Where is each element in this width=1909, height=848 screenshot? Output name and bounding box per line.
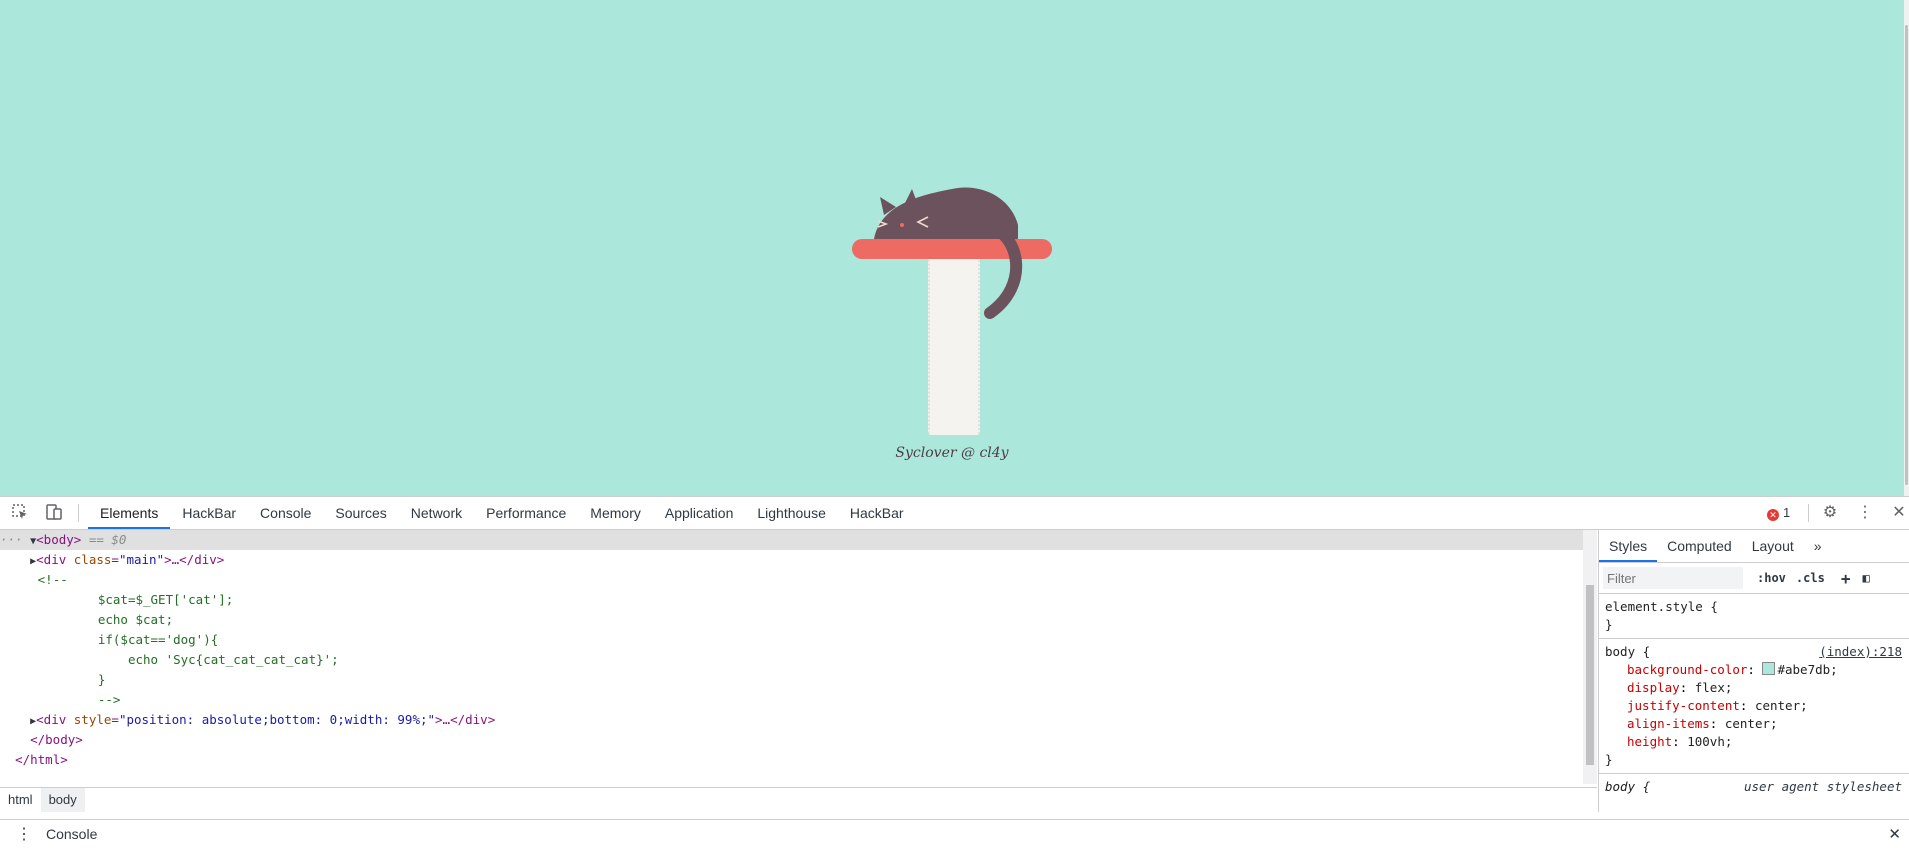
rule-source-link[interactable]: (index):218	[1819, 643, 1902, 661]
dom-node-style-div[interactable]: ▶<div style="position: absolute;bottom: …	[0, 710, 1583, 730]
elements-tree: ··· ▼<body> == $0 ▶<div class="main">…</…	[0, 530, 1583, 784]
tab-styles[interactable]: Styles	[1599, 530, 1658, 562]
console-drawer: ⋮ Console ✕	[0, 819, 1909, 848]
ua-style-rule[interactable]: user agent stylesheet body {	[1599, 774, 1909, 800]
drawer-menu-icon[interactable]: ⋮	[16, 824, 32, 844]
dom-comment-line[interactable]: }	[0, 670, 1583, 690]
page-viewport: Syclover @ cl4y	[0, 0, 1904, 496]
cls-button[interactable]: .cls	[1796, 571, 1825, 585]
close-icon[interactable]: ✕	[1890, 503, 1908, 523]
breadcrumb-html[interactable]: html	[0, 788, 41, 812]
styles-filter-input[interactable]	[1603, 567, 1743, 589]
dom-close-body[interactable]: </body>	[0, 730, 1583, 750]
dom-comment-line[interactable]: echo 'Syc{cat_cat_cat_cat}';	[0, 650, 1583, 670]
tab-memory[interactable]: Memory	[578, 497, 653, 529]
dom-comment-line[interactable]: <!--	[0, 570, 1583, 590]
breadcrumb-body[interactable]: body	[40, 788, 85, 812]
toggle-sidebar-icon[interactable]: ◧	[1862, 571, 1869, 585]
tab-layout[interactable]: Layout	[1742, 530, 1804, 562]
styles-filter-row: :hov .cls + ◧	[1599, 563, 1909, 594]
color-swatch[interactable]	[1762, 662, 1776, 675]
drawer-close-icon[interactable]: ✕	[1888, 825, 1901, 843]
dom-comment-line[interactable]: -->	[0, 690, 1583, 710]
css-declaration[interactable]: display: flex;	[1605, 679, 1904, 697]
tab-computed[interactable]: Computed	[1657, 530, 1742, 562]
elements-scrollbar[interactable]	[1583, 530, 1597, 784]
css-declaration[interactable]: height: 100vh;	[1605, 733, 1904, 751]
hov-button[interactable]: :hov	[1757, 571, 1786, 585]
tab-performance[interactable]: Performance	[474, 497, 578, 529]
styles-tabs: Styles Computed Layout »	[1599, 530, 1909, 563]
tab-elements[interactable]: Elements	[88, 497, 171, 529]
dom-node-main-div[interactable]: ▶<div class="main">…</div>	[0, 550, 1583, 570]
cat-icon	[874, 187, 1022, 319]
devtools-toolbar: Elements HackBar Console Sources Network…	[0, 497, 1909, 530]
devtools-panel: Elements HackBar Console Sources Network…	[0, 496, 1909, 848]
error-count-badge[interactable]: ✕ 1	[1767, 505, 1790, 521]
error-count: 1	[1783, 505, 1791, 520]
device-toolbar-icon[interactable]	[44, 503, 64, 523]
tab-lighthouse[interactable]: Lighthouse	[745, 497, 838, 529]
css-declaration[interactable]: align-items: center;	[1605, 715, 1904, 733]
add-rule-icon[interactable]: +	[1841, 569, 1851, 588]
css-declaration[interactable]: background-color: #abe7db;	[1605, 661, 1904, 679]
tab-console[interactable]: Console	[248, 497, 323, 529]
devtools-tabs: Elements HackBar Console Sources Network…	[88, 497, 916, 529]
dom-comment-line[interactable]: if($cat=='dog'){	[0, 630, 1583, 650]
credit-text: Syclover @ cl4y	[895, 445, 1009, 461]
page-scrollbar[interactable]	[1904, 0, 1909, 496]
tab-network[interactable]: Network	[399, 497, 474, 529]
tab-sources[interactable]: Sources	[323, 497, 398, 529]
drawer-tab-console[interactable]: Console	[46, 826, 97, 842]
breadcrumb: html body	[0, 787, 1597, 812]
more-tabs-icon[interactable]: »	[1804, 530, 1832, 562]
gear-icon[interactable]: ⚙	[1820, 503, 1840, 523]
element-style-rule[interactable]: element.style { }	[1599, 594, 1909, 639]
dom-close-html[interactable]: </html>	[0, 750, 1583, 770]
dom-comment-line[interactable]: $cat=$_GET['cat'];	[0, 590, 1583, 610]
error-icon: ✕	[1767, 509, 1779, 521]
dom-comment-line[interactable]: echo $cat;	[0, 610, 1583, 630]
tab-hackbar[interactable]: HackBar	[170, 497, 248, 529]
inspect-icon[interactable]	[10, 503, 30, 523]
dom-node-body[interactable]: ··· ▼<body> == $0	[0, 530, 1583, 550]
css-declaration[interactable]: justify-content: center;	[1605, 697, 1904, 715]
sleeping-cat-illustration	[840, 175, 1070, 455]
styles-pane: Styles Computed Layout » :hov .cls + ◧ e…	[1598, 530, 1909, 812]
tab-application[interactable]: Application	[653, 497, 746, 529]
tab-hackbar-2[interactable]: HackBar	[838, 497, 916, 529]
body-style-rule[interactable]: (index):218 body { background-color: #ab…	[1599, 639, 1909, 774]
kebab-menu-icon[interactable]: ⋮	[1855, 503, 1875, 523]
